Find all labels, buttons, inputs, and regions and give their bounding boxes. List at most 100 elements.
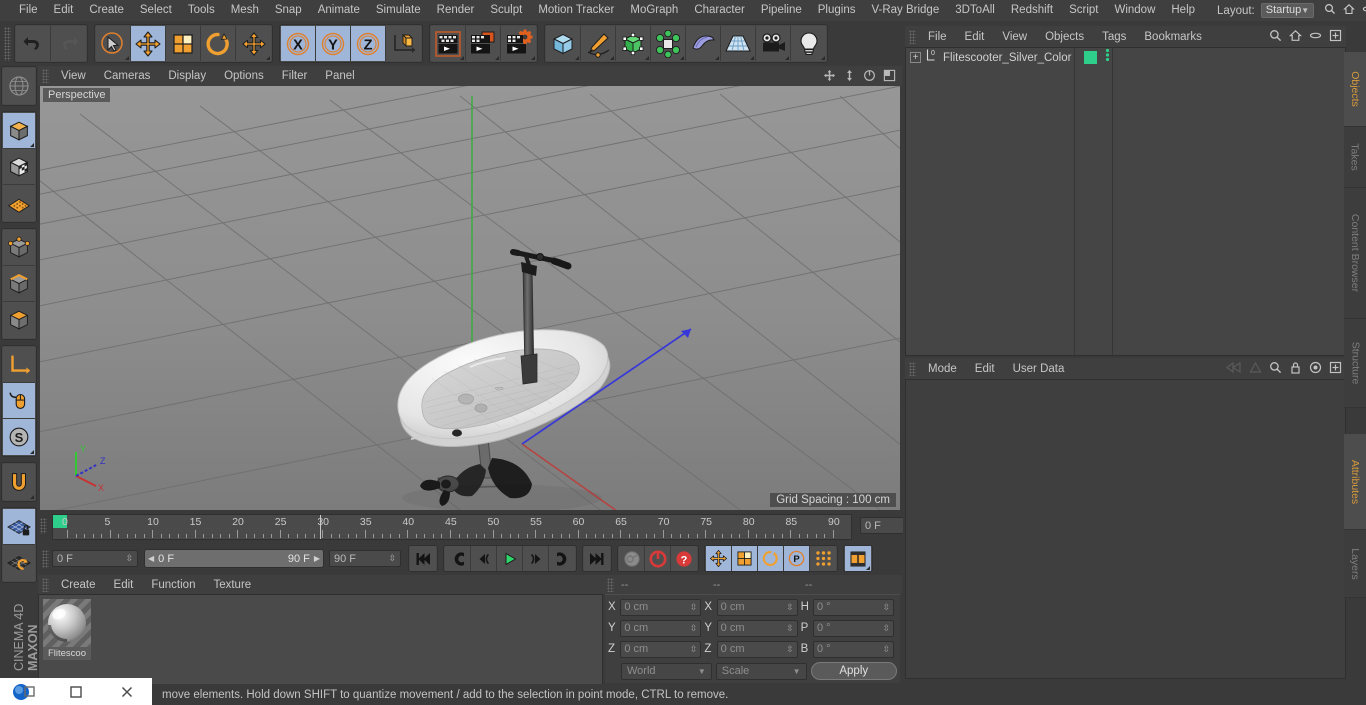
home-icon[interactable] bbox=[1288, 29, 1303, 47]
menu-item-bookmarks[interactable]: Bookmarks bbox=[1135, 31, 1211, 43]
key-scale-icon[interactable] bbox=[732, 546, 758, 571]
redo-icon[interactable] bbox=[51, 26, 86, 61]
rotate-icon[interactable] bbox=[201, 26, 236, 61]
attribute-grip[interactable] bbox=[909, 361, 916, 376]
spinner-icon[interactable]: ⇳ bbox=[125, 553, 133, 564]
size-field-Z[interactable]: 0 cm ⇳ bbox=[716, 640, 798, 658]
spinner-icon[interactable]: ⇳ bbox=[690, 623, 698, 634]
menu-item-character[interactable]: Character bbox=[686, 0, 753, 21]
menu-item-function[interactable]: Function bbox=[142, 579, 204, 591]
next-key-icon[interactable] bbox=[549, 546, 575, 571]
texture-mode-icon[interactable] bbox=[3, 149, 35, 185]
key-rotation-icon[interactable] bbox=[758, 546, 784, 571]
apply-button[interactable]: Apply bbox=[810, 662, 898, 680]
minimize-icon[interactable] bbox=[1362, 2, 1366, 20]
menu-item-cameras[interactable]: Cameras bbox=[95, 70, 160, 82]
undo-icon[interactable] bbox=[16, 26, 51, 61]
key-param-icon[interactable]: P bbox=[784, 546, 810, 571]
menu-item-mode[interactable]: Mode bbox=[919, 363, 966, 375]
render-view-icon[interactable] bbox=[431, 26, 466, 61]
rotation-field-P[interactable]: 0 ° ⇳ bbox=[812, 619, 894, 637]
menu-item-help[interactable]: Help bbox=[1163, 0, 1203, 21]
vertical-tab-structure[interactable]: Structure bbox=[1344, 319, 1366, 408]
vertical-tab-content-browser[interactable]: Content Browser bbox=[1344, 188, 1366, 319]
menu-item-tags[interactable]: Tags bbox=[1093, 31, 1135, 43]
x-axis-icon[interactable]: X bbox=[281, 26, 316, 61]
menu-item-edit[interactable]: Edit bbox=[46, 0, 82, 21]
menu-item-mesh[interactable]: Mesh bbox=[223, 0, 267, 21]
menu-item-tools[interactable]: Tools bbox=[180, 0, 223, 21]
home-icon[interactable] bbox=[1343, 2, 1356, 20]
spinner-icon[interactable]: ⇳ bbox=[388, 553, 396, 564]
material-item[interactable]: Flitescoo bbox=[43, 599, 91, 660]
menu-item-window[interactable]: Window bbox=[1106, 0, 1163, 21]
move-icon[interactable] bbox=[131, 26, 166, 61]
pan-icon[interactable] bbox=[823, 69, 836, 87]
object-manager-grip[interactable] bbox=[909, 29, 916, 44]
cube-primitive-icon[interactable] bbox=[546, 26, 581, 61]
position-field-X[interactable]: 0 cm ⇳ bbox=[620, 598, 702, 616]
generator-icon[interactable] bbox=[616, 26, 651, 61]
search-icon[interactable] bbox=[1324, 2, 1336, 20]
menu-item-sculpt[interactable]: Sculpt bbox=[482, 0, 530, 21]
play-icon[interactable] bbox=[497, 546, 523, 571]
spinner-icon[interactable]: ⇳ bbox=[786, 623, 794, 634]
floor-icon[interactable] bbox=[721, 26, 756, 61]
z-axis-icon[interactable]: Z bbox=[351, 26, 386, 61]
object-row[interactable]: + 0 Flitescooter_Silver_Color bbox=[906, 48, 1345, 67]
menu-item-snap[interactable]: Snap bbox=[267, 0, 310, 21]
polygons-mode-icon[interactable] bbox=[3, 302, 35, 338]
toolbar-grip[interactable] bbox=[4, 26, 11, 61]
app-icon[interactable] bbox=[0, 678, 51, 705]
search-icon[interactable] bbox=[1269, 29, 1282, 47]
menu-item-plugins[interactable]: Plugins bbox=[810, 0, 864, 21]
menu-item-edit[interactable]: Edit bbox=[956, 31, 994, 43]
soft-selection-icon[interactable]: S bbox=[3, 419, 35, 455]
scene-object-icon[interactable] bbox=[686, 26, 721, 61]
render-settings-icon[interactable] bbox=[501, 26, 536, 61]
menu-item-edit[interactable]: Edit bbox=[105, 579, 143, 591]
zoom-icon[interactable] bbox=[843, 69, 856, 87]
vertical-tab-takes[interactable]: Takes bbox=[1344, 127, 1366, 188]
scale-icon[interactable] bbox=[166, 26, 201, 61]
move-axis-icon[interactable] bbox=[236, 26, 271, 61]
spinner-icon[interactable]: ⇳ bbox=[786, 644, 794, 655]
material-grip[interactable] bbox=[42, 577, 49, 592]
go-to-end-icon[interactable] bbox=[584, 546, 610, 571]
go-to-start-icon[interactable] bbox=[410, 546, 436, 571]
menu-item-objects[interactable]: Objects bbox=[1036, 31, 1093, 43]
range-right-arrow-icon[interactable]: ▶ bbox=[314, 554, 320, 563]
timeline-icon[interactable] bbox=[845, 546, 871, 571]
coordinates-grip[interactable] bbox=[607, 577, 614, 592]
deformer-icon[interactable] bbox=[651, 26, 686, 61]
menu-item-texture[interactable]: Texture bbox=[204, 579, 260, 591]
previous-frame-icon[interactable] bbox=[471, 546, 497, 571]
menu-item-filter[interactable]: Filter bbox=[273, 70, 317, 82]
max-frame-field[interactable]: 90 F ⇳ bbox=[329, 550, 401, 567]
render-region-icon[interactable] bbox=[466, 26, 501, 61]
record-key-icon[interactable] bbox=[619, 546, 645, 571]
material-preview[interactable] bbox=[43, 599, 91, 647]
spinner-icon[interactable]: ⇳ bbox=[690, 644, 698, 655]
object-axis-icon[interactable] bbox=[3, 347, 35, 383]
spinner-icon[interactable]: ⇳ bbox=[882, 602, 890, 613]
menu-item-create[interactable]: Create bbox=[52, 579, 105, 591]
timeline-playhead[interactable] bbox=[320, 515, 321, 539]
menu-item-edit[interactable]: Edit bbox=[966, 363, 1004, 375]
vertical-tab-layers[interactable]: Layers bbox=[1344, 530, 1366, 598]
spinner-icon[interactable]: ⇳ bbox=[690, 602, 698, 613]
viewport-3d[interactable]: Perspective ⬭⬭ Y X Z Grid Spacing: 100 … bbox=[40, 86, 900, 510]
camera-icon[interactable] bbox=[756, 26, 791, 61]
menu-item-display[interactable]: Display bbox=[159, 70, 215, 82]
magnet-icon[interactable] bbox=[3, 464, 35, 500]
range-left-arrow-icon[interactable]: ◀ bbox=[148, 554, 154, 563]
light-icon[interactable] bbox=[791, 26, 826, 61]
timeline-ruler[interactable]: 0 5 10 15 20 25 30 35 40 45 50 55 60 65 70 75 80 85 90 bbox=[52, 514, 852, 540]
left-arrow-icon[interactable] bbox=[1226, 361, 1242, 379]
menu-item-motion-tracker[interactable]: Motion Tracker bbox=[530, 0, 622, 21]
viewport-grip[interactable] bbox=[42, 69, 49, 83]
workplane-lock-icon[interactable] bbox=[3, 509, 35, 545]
rotate-view-icon[interactable] bbox=[863, 69, 876, 87]
previous-key-icon[interactable] bbox=[445, 546, 471, 571]
menu-item-select[interactable]: Select bbox=[132, 0, 180, 21]
